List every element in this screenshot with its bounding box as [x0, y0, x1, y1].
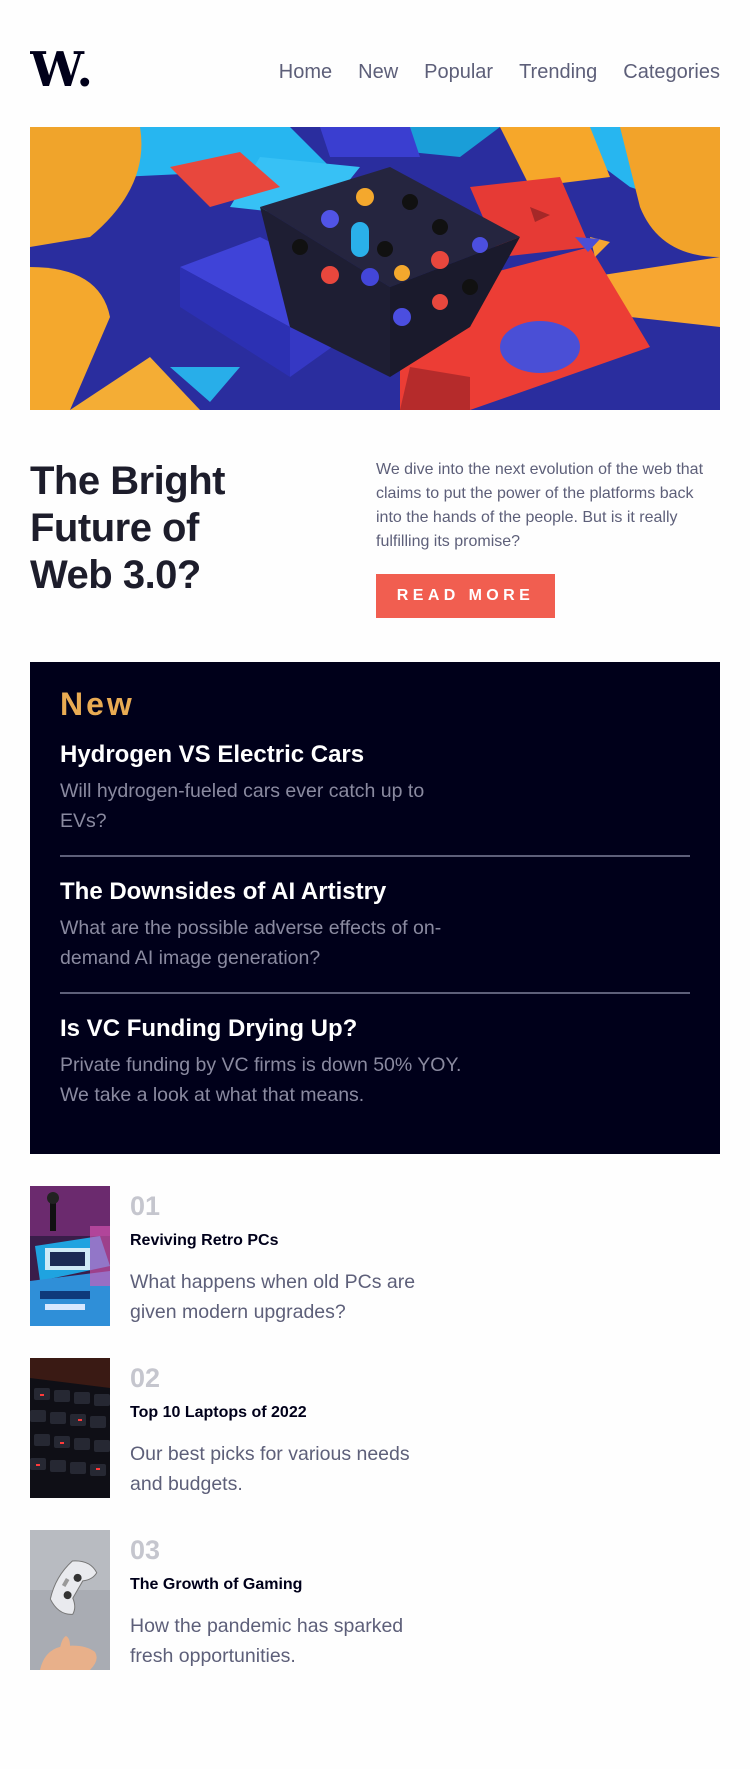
article-description: Our best picks for various needs and bud… — [130, 1443, 410, 1495]
list-item: 03 The Growth of Gaming How the pandemic… — [30, 1530, 720, 1670]
headline-line-1: The Bright — [30, 459, 225, 503]
article-number: 02 — [130, 1363, 161, 1393]
divider — [60, 855, 690, 857]
site-header: W. Home New Popular Trending Categories — [29, 42, 720, 98]
retro-pc-image — [30, 1186, 110, 1326]
headline-line-3: Web 3.0? — [30, 553, 201, 597]
hero-illustration — [30, 127, 720, 410]
news-item-title[interactable]: Is VC Funding Drying Up? — [60, 1014, 690, 1044]
retro-pc-thumbnail[interactable] — [30, 1186, 110, 1326]
read-more-button[interactable]: READ MORE — [376, 574, 555, 618]
nav-link-trending[interactable]: Trending — [519, 60, 597, 84]
logo-mark: W. — [29, 42, 93, 98]
news-item-description: What are the possible adverse effects of… — [60, 917, 442, 969]
list-item: 01 Reviving Retro PCs What happens when … — [30, 1186, 720, 1326]
nav-link-categories[interactable]: Categories — [623, 60, 720, 84]
article-description: How the pandemic has sparked fresh oppor… — [130, 1615, 404, 1667]
svg-text:W.: W. — [30, 48, 93, 94]
news-item-title[interactable]: The Downsides of AI Artistry — [60, 877, 690, 907]
list-item: 02 Top 10 Laptops of 2022 Our best picks… — [30, 1358, 720, 1498]
news-item[interactable]: Is VC Funding Drying Up? Private funding… — [60, 1014, 690, 1110]
headline-line-2: Future of — [30, 506, 199, 550]
hero-image — [30, 127, 720, 410]
new-section-title: New — [60, 686, 135, 722]
gaming-controller-image — [30, 1530, 110, 1670]
nav-link-home[interactable]: Home — [279, 60, 332, 84]
hero-description: We dive into the next evolution of the w… — [376, 461, 704, 550]
article-list: 01 Reviving Retro PCs What happens when … — [30, 1186, 720, 1702]
laptop-keyboard-image — [30, 1358, 110, 1498]
new-panel: New Hydrogen VS Electric Cars Will hydro… — [30, 662, 720, 1154]
gaming-controller-thumbnail[interactable] — [30, 1530, 110, 1670]
divider — [60, 992, 690, 994]
news-item[interactable]: Hydrogen VS Electric Cars Will hydrogen-… — [60, 740, 690, 836]
main-nav: Home New Popular Trending Categories — [279, 60, 720, 84]
laptop-keyboard-thumbnail[interactable] — [30, 1358, 110, 1498]
article-title[interactable]: Reviving Retro PCs — [130, 1231, 278, 1251]
article-title[interactable]: Top 10 Laptops of 2022 — [130, 1403, 307, 1423]
news-item-description: Private funding by VC firms is down 50% … — [60, 1054, 462, 1106]
news-item-description: Will hydrogen-fueled cars ever catch up … — [60, 780, 425, 832]
hero-headline: The Bright Future of Web 3.0? — [30, 458, 320, 599]
news-item[interactable]: The Downsides of AI Artistry What are th… — [60, 877, 690, 973]
article-number: 01 — [130, 1191, 161, 1221]
article-description: What happens when old PCs are given mode… — [130, 1271, 416, 1323]
news-item-title[interactable]: Hydrogen VS Electric Cars — [60, 740, 690, 770]
nav-link-popular[interactable]: Popular — [424, 60, 493, 84]
site-logo[interactable]: W. — [29, 42, 94, 99]
article-number: 03 — [130, 1535, 161, 1565]
nav-link-new[interactable]: New — [358, 60, 398, 84]
article-title[interactable]: The Growth of Gaming — [130, 1575, 302, 1595]
